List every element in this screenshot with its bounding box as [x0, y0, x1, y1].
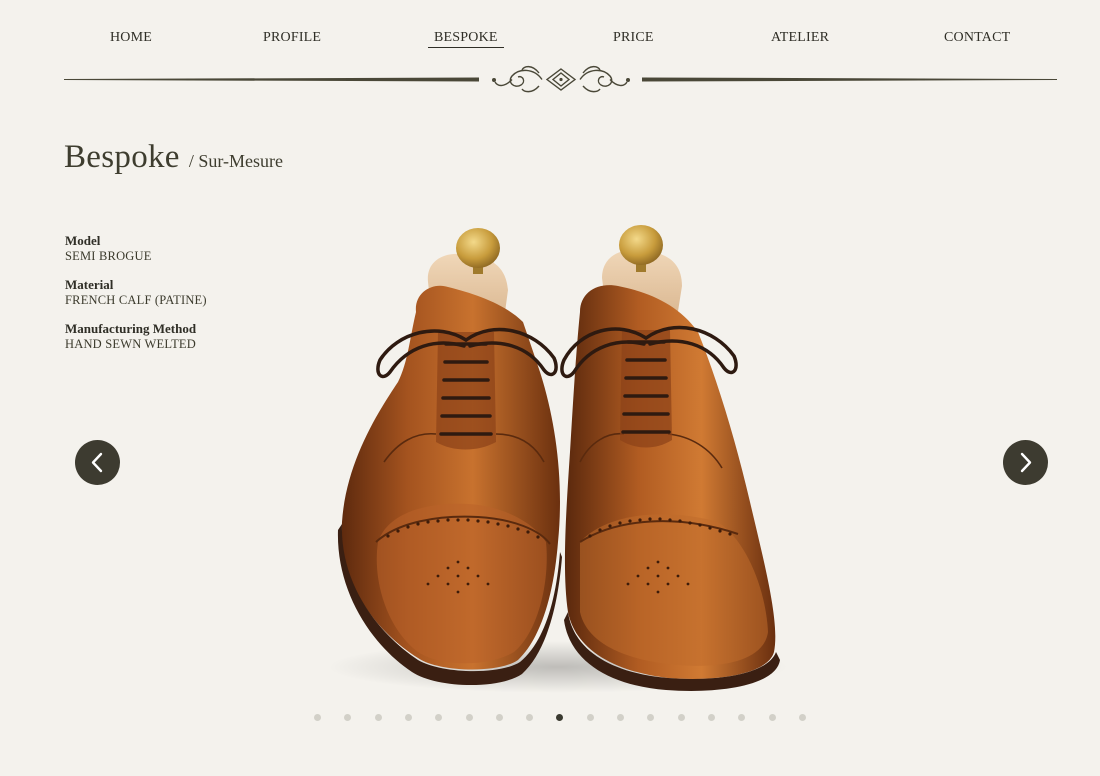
spec-value: SEMI BROGUE: [65, 249, 152, 263]
carousel-dot[interactable]: [586, 714, 594, 721]
carousel-dot[interactable]: [344, 714, 352, 721]
ornamental-divider: [64, 60, 1057, 100]
carousel-dot[interactable]: [465, 714, 473, 721]
carousel-dot[interactable]: [677, 714, 685, 721]
spec-label: Manufacturing Method: [65, 321, 197, 336]
carousel-dot[interactable]: [707, 714, 715, 721]
nav-price[interactable]: PRICE: [613, 30, 654, 46]
nav-bespoke[interactable]: BESPOKE: [428, 30, 504, 48]
product-image: [318, 212, 798, 702]
spec-model: Model SEMI BROGUE: [65, 233, 295, 265]
carousel-dot-active[interactable]: [556, 714, 564, 721]
nav-profile[interactable]: PROFILE: [263, 30, 321, 46]
nav-home[interactable]: HOME: [110, 30, 152, 46]
carousel-dot[interactable]: [404, 714, 412, 721]
spec-value: HAND SEWN WELTED: [65, 337, 196, 351]
page-title-main: Bespoke: [64, 139, 180, 175]
carousel-prev-button[interactable]: [75, 440, 120, 485]
chevron-left-icon: [91, 452, 103, 473]
carousel-dot[interactable]: [798, 714, 806, 721]
carousel-dot[interactable]: [526, 714, 534, 721]
spec-value: FRENCH CALF (PATINE): [65, 293, 207, 307]
carousel-dot[interactable]: [435, 714, 443, 721]
page-title-subtitle: / Sur-Mesure: [188, 151, 283, 171]
carousel-dot[interactable]: [738, 714, 746, 721]
page-title: Bespoke / Sur-Mesure: [64, 139, 283, 176]
carousel-next-button[interactable]: [1003, 440, 1048, 485]
spec-material: Material FRENCH CALF (PATINE): [65, 277, 295, 309]
nav-atelier[interactable]: ATELIER: [771, 30, 829, 46]
spec-manufacturing-method: Manufacturing Method HAND SEWN WELTED: [65, 321, 295, 353]
carousel-dot[interactable]: [314, 714, 321, 721]
spec-label: Material: [65, 277, 114, 292]
carousel-dot[interactable]: [617, 714, 624, 721]
chevron-right-icon: [1020, 452, 1032, 473]
nav-contact[interactable]: CONTACT: [944, 30, 1010, 46]
spec-label: Model: [65, 233, 101, 248]
main-nav: HOME PROFILE BESPOKE PRICE ATELIER CONTA…: [0, 30, 1100, 54]
carousel-dot[interactable]: [374, 714, 382, 721]
flourish-ornament-icon: [64, 65, 1057, 93]
product-specs: Model SEMI BROGUE Material FRENCH CALF (…: [65, 233, 295, 365]
carousel-dot[interactable]: [495, 714, 503, 721]
carousel-dot[interactable]: [768, 714, 776, 721]
carousel-dot[interactable]: [647, 714, 655, 721]
